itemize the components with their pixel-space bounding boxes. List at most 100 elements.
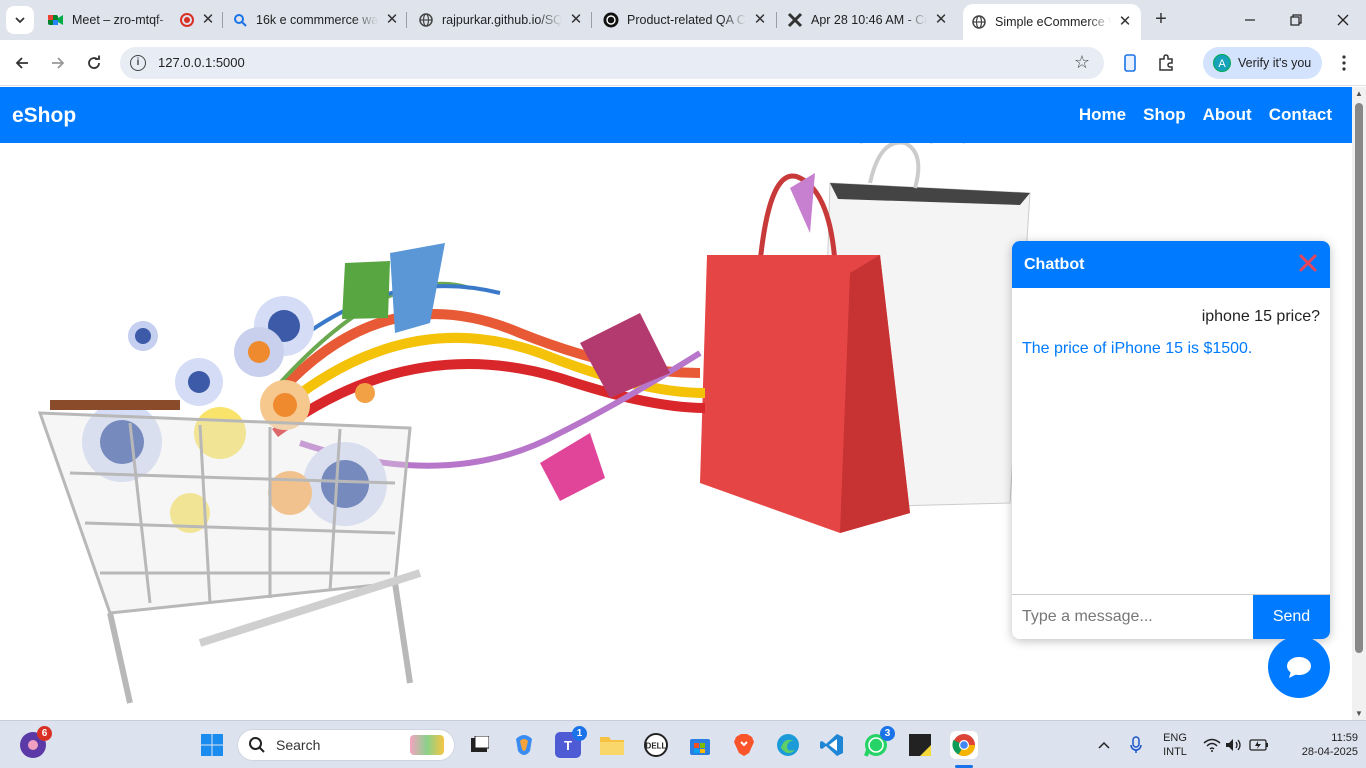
microsoft-store-icon[interactable] bbox=[687, 732, 713, 758]
reload-icon bbox=[88, 55, 100, 69]
forward-button[interactable] bbox=[44, 49, 72, 77]
chat-message-input[interactable] bbox=[1012, 595, 1253, 639]
tab-title: rajpurkar.github.io/SQ bbox=[442, 13, 562, 27]
nav-shop[interactable]: Shop bbox=[1143, 105, 1186, 125]
globe-icon bbox=[418, 12, 434, 28]
tab-title: Simple eCommerce W bbox=[995, 15, 1111, 29]
teams-icon[interactable]: T 1 bbox=[555, 726, 587, 758]
search-label: Search bbox=[276, 737, 321, 753]
battery-icon[interactable] bbox=[1246, 732, 1272, 758]
more-vert-icon bbox=[1342, 55, 1346, 71]
sticky-notes-icon[interactable] bbox=[907, 732, 933, 758]
restore-button[interactable] bbox=[1273, 0, 1319, 40]
close-icon bbox=[1337, 14, 1349, 26]
close-tab-icon[interactable]: ✕ bbox=[568, 12, 584, 28]
svg-text:DELL: DELL bbox=[646, 742, 667, 751]
tab-strip: Meet – zro-mtqf- ✕ 16k e commmerce wa ✕ … bbox=[0, 0, 1366, 40]
nav-contact[interactable]: Contact bbox=[1269, 105, 1332, 125]
user-message: iphone 15 price? bbox=[1201, 308, 1320, 325]
nav-about[interactable]: About bbox=[1203, 105, 1252, 125]
nav-home[interactable]: Home bbox=[1079, 105, 1126, 125]
scrollbar-thumb[interactable] bbox=[1355, 103, 1363, 653]
date-label: 28-04-2025 bbox=[1301, 746, 1358, 758]
task-view-icon[interactable] bbox=[466, 732, 492, 758]
close-tab-icon[interactable]: ✕ bbox=[1117, 14, 1133, 30]
whatsapp-icon[interactable]: 3 bbox=[863, 726, 895, 758]
notification-badge: 6 bbox=[37, 726, 52, 741]
language-indicator[interactable]: ENG INTL bbox=[1156, 731, 1194, 759]
page-scrollbar[interactable]: ▲ ▼ bbox=[1352, 87, 1366, 720]
verify-label: Verify it's you bbox=[1238, 56, 1312, 70]
chat-bubble-icon bbox=[1287, 657, 1311, 678]
green-bag bbox=[342, 261, 390, 319]
close-tab-icon[interactable]: ✕ bbox=[384, 12, 400, 28]
chat-toggle-button[interactable] bbox=[1268, 636, 1330, 698]
browser-menu-button[interactable] bbox=[1330, 49, 1358, 77]
new-tab-button[interactable]: + bbox=[1150, 8, 1172, 30]
tab-github[interactable]: rajpurkar.github.io/SQ ✕ bbox=[418, 6, 584, 34]
recording-icon bbox=[180, 13, 194, 27]
reload-button[interactable] bbox=[80, 49, 108, 77]
tab-title: Apr 28 10:46 AM - Co bbox=[811, 13, 927, 27]
close-tab-icon[interactable]: ✕ bbox=[200, 12, 216, 28]
site-nav: Home Shop About Contact bbox=[1079, 105, 1332, 125]
search-highlight-icon bbox=[410, 735, 444, 755]
show-hidden-icons-chevron-up-icon[interactable] bbox=[1091, 732, 1117, 758]
search-icon bbox=[232, 12, 248, 28]
language-label: ENG bbox=[1163, 732, 1187, 744]
tab-openai[interactable]: Product-related QA C ✕ bbox=[603, 6, 768, 34]
close-icon[interactable] bbox=[1298, 253, 1318, 273]
close-tab-icon[interactable]: ✕ bbox=[752, 12, 768, 28]
microphone-icon[interactable] bbox=[1123, 732, 1149, 758]
copilot-icon[interactable] bbox=[511, 732, 537, 758]
chrome-icon[interactable] bbox=[950, 731, 978, 759]
volume-icon[interactable] bbox=[1221, 732, 1247, 758]
widgets-icon[interactable]: 6 bbox=[20, 726, 52, 758]
chatbot-title: Chatbot bbox=[1024, 256, 1085, 273]
chatbot-window: Chatbot iphone 15 price? The price of iP… bbox=[1012, 241, 1330, 639]
keyboard-layout-label: INTL bbox=[1163, 746, 1187, 758]
search-icon bbox=[249, 737, 265, 753]
tab-title: Product-related QA C bbox=[627, 13, 746, 27]
brave-icon[interactable] bbox=[731, 732, 757, 758]
minimize-button[interactable] bbox=[1227, 0, 1273, 40]
site-brand[interactable]: eShop bbox=[12, 104, 76, 128]
send-button[interactable]: Send bbox=[1253, 595, 1330, 639]
verify-profile-button[interactable]: A Verify it's you bbox=[1203, 47, 1322, 79]
clock[interactable]: 11:59 28-04-2025 bbox=[1282, 731, 1358, 759]
dell-icon[interactable]: DELL bbox=[643, 732, 669, 758]
whatsapp-badge: 3 bbox=[880, 726, 895, 741]
puzzle-icon bbox=[1159, 54, 1173, 71]
back-button[interactable] bbox=[8, 49, 36, 77]
tab-ecommerce[interactable]: Simple eCommerce W ✕ bbox=[963, 4, 1141, 40]
avatar: A bbox=[1213, 54, 1231, 72]
taskbar: 6 Search T 1 DELL 3 ENG INTL 11:59 28-04… bbox=[0, 720, 1366, 768]
scroll-down-icon[interactable]: ▼ bbox=[1355, 709, 1363, 718]
site-navbar: eShop Home Shop About Contact bbox=[0, 87, 1352, 143]
close-window-button[interactable] bbox=[1320, 0, 1366, 40]
chatbot-messages: iphone 15 price? The price of iPhone 15 … bbox=[1012, 288, 1330, 594]
page-viewport: eShop Home Shop About Contact Chatbot ip… bbox=[0, 87, 1352, 720]
vscode-icon[interactable] bbox=[819, 732, 845, 758]
edge-icon[interactable] bbox=[775, 732, 801, 758]
browser-toolbar: i 127.0.0.1:5000 ☆ A Verify it's you bbox=[0, 40, 1366, 86]
extensions-button[interactable] bbox=[1152, 49, 1180, 77]
tab-search-button[interactable] bbox=[6, 6, 34, 34]
bookmark-star-icon[interactable]: ☆ bbox=[1074, 52, 1090, 73]
tab-title: Meet – zro-mtqf- bbox=[72, 13, 164, 27]
site-info-icon[interactable]: i bbox=[130, 55, 146, 71]
teams-badge: 1 bbox=[572, 726, 587, 741]
windows-start-icon[interactable] bbox=[199, 732, 225, 758]
scroll-up-icon[interactable]: ▲ bbox=[1355, 89, 1363, 98]
tab-meet[interactable]: Meet – zro-mtqf- ✕ bbox=[48, 6, 216, 34]
tab-recording[interactable]: Apr 28 10:46 AM - Co ✕ bbox=[787, 6, 949, 34]
reading-mode-button[interactable] bbox=[1116, 49, 1144, 77]
tab-search[interactable]: 16k e commmerce wa ✕ bbox=[232, 6, 400, 34]
file-explorer-icon[interactable] bbox=[599, 732, 625, 758]
address-bar[interactable]: i 127.0.0.1:5000 ☆ bbox=[120, 47, 1104, 79]
chatbot-header: Chatbot bbox=[1012, 241, 1330, 288]
arrow-right-icon bbox=[52, 57, 65, 69]
close-tab-icon[interactable]: ✕ bbox=[933, 12, 949, 28]
taskbar-search[interactable]: Search bbox=[237, 729, 455, 761]
url-text[interactable]: 127.0.0.1:5000 bbox=[158, 55, 245, 70]
